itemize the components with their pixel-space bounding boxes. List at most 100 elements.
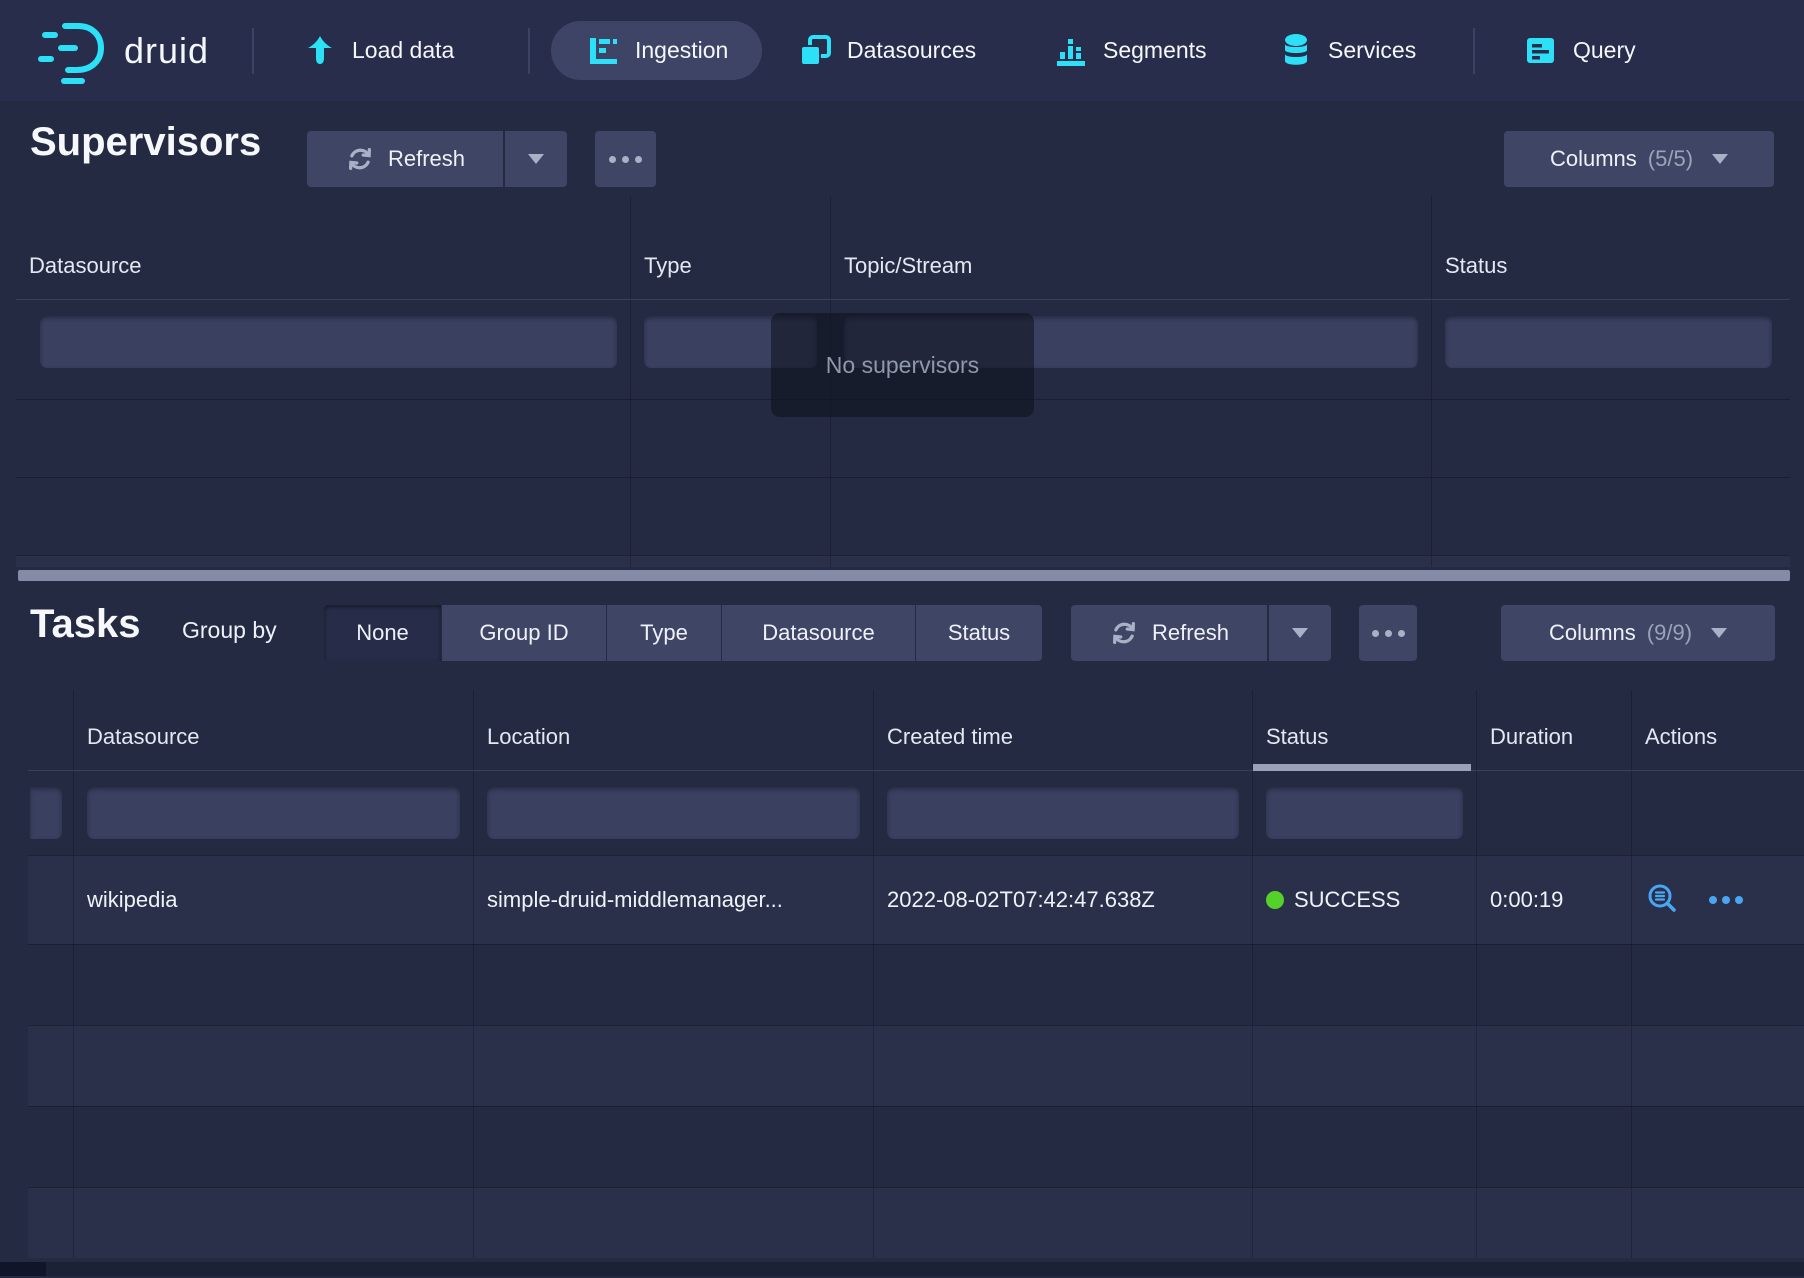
task-created-time-cell: 2022-08-02T07:42:47.638Z xyxy=(874,856,1253,944)
group-by-status-button[interactable]: Status xyxy=(916,605,1042,661)
more-icon xyxy=(1372,630,1405,637)
druid-console: druid Load data Ingestio xyxy=(0,0,1804,1278)
table-row xyxy=(28,1025,1804,1106)
status-filter-input[interactable] xyxy=(1445,316,1772,368)
supervisors-refresh-button[interactable]: Refresh xyxy=(307,131,503,187)
refresh-icon xyxy=(1109,618,1139,648)
nav-item-ingestion[interactable]: Ingestion xyxy=(551,21,762,80)
nav-item-label: Ingestion xyxy=(635,37,728,64)
column-header-duration[interactable]: Duration xyxy=(1477,690,1632,770)
tasks-header-row: Datasource Location Created time Status … xyxy=(28,690,1804,771)
tasks-horizontal-scrollbar-thumb[interactable] xyxy=(0,1262,46,1276)
chevron-down-icon xyxy=(1711,628,1727,638)
status-success-dot-icon xyxy=(1266,891,1284,909)
horizontal-scrollbar[interactable] xyxy=(18,570,1790,581)
nav-item-label: Segments xyxy=(1103,37,1207,64)
refresh-icon xyxy=(345,144,375,174)
tasks-more-button[interactable] xyxy=(1359,605,1417,661)
column-header-datasource[interactable]: Datasource xyxy=(16,196,631,299)
column-header-datasource[interactable]: Datasource xyxy=(74,690,474,770)
supervisors-refresh-group: Refresh xyxy=(307,131,567,187)
nav-item-segments[interactable]: Segments xyxy=(1053,0,1207,101)
load-data-icon xyxy=(302,33,338,69)
query-icon xyxy=(1523,33,1559,69)
datasource-filter-input[interactable] xyxy=(40,316,617,368)
tasks-refresh-interval-button[interactable] xyxy=(1269,605,1331,661)
group-by-datasource-button[interactable]: Datasource xyxy=(722,605,915,661)
nav-divider xyxy=(252,28,254,74)
task-id-filter-input[interactable] xyxy=(30,787,62,839)
chevron-down-icon xyxy=(1712,154,1728,164)
task-actions-cell xyxy=(1632,856,1804,944)
table-row xyxy=(28,1187,1804,1258)
supervisors-title: Supervisors xyxy=(30,120,261,165)
no-supervisors-overlay: No supervisors xyxy=(771,313,1034,417)
tasks-refresh-button[interactable]: Refresh xyxy=(1071,605,1267,661)
services-icon xyxy=(1278,32,1314,70)
sort-indicator xyxy=(1253,764,1471,771)
supervisors-header-row: Datasource Type Topic/Stream Status xyxy=(16,196,1790,300)
brand-name: druid xyxy=(124,30,209,72)
columns-label: Columns xyxy=(1549,620,1636,646)
status-text: SUCCESS xyxy=(1294,887,1400,913)
druid-logo-icon xyxy=(38,13,110,89)
nav-divider xyxy=(1473,28,1475,74)
column-header-created-time[interactable]: Created time xyxy=(874,690,1253,770)
supervisors-refresh-interval-button[interactable] xyxy=(505,131,567,187)
nav-item-label: Datasources xyxy=(847,37,976,64)
tasks-refresh-group: Refresh xyxy=(1071,605,1331,661)
group-by-segmented-control: None Group ID Type Datasource Status xyxy=(324,605,1042,661)
table-row xyxy=(16,555,1790,567)
chevron-down-icon xyxy=(1292,628,1308,638)
nav-item-query[interactable]: Query xyxy=(1523,0,1636,101)
refresh-label: Refresh xyxy=(388,146,465,172)
nav-item-datasources[interactable]: Datasources xyxy=(797,0,976,101)
nav-item-label: Load data xyxy=(352,37,454,64)
column-header-status[interactable]: Status xyxy=(1432,196,1790,299)
task-row-wikipedia[interactable]: wikipedia simple-druid-middlemanager... … xyxy=(28,855,1804,944)
refresh-label: Refresh xyxy=(1152,620,1229,646)
columns-count: (5/5) xyxy=(1648,146,1693,172)
task-datasource-cell: wikipedia xyxy=(74,856,474,944)
datasource-filter-input[interactable] xyxy=(87,787,460,839)
column-header-type[interactable]: Type xyxy=(631,196,831,299)
location-filter-input[interactable] xyxy=(487,787,860,839)
supervisors-table: Datasource Type Topic/Stream Status No s… xyxy=(16,196,1790,567)
column-header-actions[interactable]: Actions xyxy=(1632,690,1804,770)
status-filter-input[interactable] xyxy=(1266,787,1463,839)
group-by-type-button[interactable]: Type xyxy=(607,605,721,661)
column-header-task-id[interactable] xyxy=(28,690,74,770)
tasks-filter-row xyxy=(28,771,1804,855)
chevron-down-icon xyxy=(528,154,544,164)
segments-icon xyxy=(1053,33,1089,69)
supervisors-more-button[interactable] xyxy=(595,131,656,187)
task-duration-cell: 0:00:19 xyxy=(1477,856,1632,944)
table-row xyxy=(28,944,1804,1025)
column-header-status-sorted[interactable]: Status xyxy=(1253,690,1477,770)
group-by-none-button[interactable]: None xyxy=(324,605,441,661)
tasks-title: Tasks xyxy=(30,602,140,647)
more-icon xyxy=(609,156,642,163)
column-header-topic-stream[interactable]: Topic/Stream xyxy=(831,196,1432,299)
tasks-columns-button[interactable]: Columns (9/9) xyxy=(1501,605,1775,661)
columns-label: Columns xyxy=(1550,146,1637,172)
druid-logo[interactable]: druid xyxy=(38,0,209,101)
table-row xyxy=(28,1106,1804,1187)
nav-divider xyxy=(528,28,530,74)
nav-item-services[interactable]: Services xyxy=(1278,0,1416,101)
task-actions-more-icon[interactable] xyxy=(1709,896,1743,904)
nav-item-label: Query xyxy=(1573,37,1636,64)
columns-count: (9/9) xyxy=(1647,620,1692,646)
column-header-location[interactable]: Location xyxy=(474,690,874,770)
nav-item-label: Services xyxy=(1328,37,1416,64)
group-by-group-id-button[interactable]: Group ID xyxy=(442,605,606,661)
tasks-horizontal-scrollbar-track[interactable] xyxy=(0,1262,1804,1276)
supervisors-columns-button[interactable]: Columns (5/5) xyxy=(1504,131,1774,187)
created-time-filter-input[interactable] xyxy=(887,787,1239,839)
table-row xyxy=(16,477,1790,555)
ingestion-icon xyxy=(585,33,621,69)
task-details-magnifier-icon[interactable] xyxy=(1645,882,1681,918)
datasources-icon xyxy=(797,33,833,69)
task-location-cell: simple-druid-middlemanager... xyxy=(474,856,874,944)
nav-item-load-data[interactable]: Load data xyxy=(302,0,454,101)
